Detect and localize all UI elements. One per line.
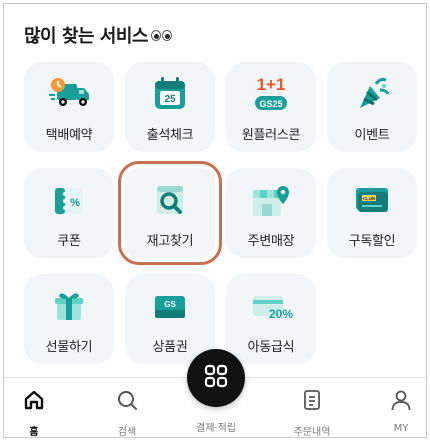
service-parcel-reservation[interactable]: 택배예약 [24, 62, 114, 152]
app-frame: 많이 찾는 서비스 택배예약 25 출석체크 1+1 GS25 원플러스콘 이벤… [3, 3, 427, 438]
service-label: 이벤트 [354, 128, 390, 143]
section-title: 많이 찾는 서비스 [24, 22, 172, 48]
gift-voucher-icon: GS [148, 284, 192, 328]
service-gift-voucher[interactable]: GS 상품권 [125, 274, 215, 364]
service-label: 선물하기 [45, 340, 93, 355]
service-label: 주변매장 [247, 234, 295, 249]
club-text: CLUB [363, 196, 376, 201]
coupon-icon: % [47, 178, 91, 222]
service-label: 아동급식 [247, 340, 295, 355]
section-title-text: 많이 찾는 서비스 [24, 26, 148, 47]
home-icon [22, 388, 46, 416]
calendar-25-icon: 25 [148, 72, 192, 116]
service-one-plus-con[interactable]: 1+1 GS25 원플러스콘 [226, 62, 316, 152]
eyes-emoji-icon [150, 29, 172, 41]
tab-search[interactable]: 검색 [92, 388, 162, 438]
twenty-percent-text: 20% [269, 307, 293, 321]
service-child-meal[interactable]: 20% 아동급식 [226, 274, 316, 364]
service-event[interactable]: 이벤트 [327, 62, 417, 152]
service-label: 구독할인 [348, 234, 396, 249]
nearby-store-icon [249, 178, 293, 222]
service-stock-search[interactable]: 재고찾기 [118, 161, 222, 265]
tab-label: 검색 [117, 427, 137, 438]
percent-text: % [70, 197, 80, 209]
pay-qr-button[interactable] [187, 349, 245, 407]
one-plus-one-gs25-icon: 1+1 GS25 [249, 72, 293, 116]
gs-text: GS [164, 300, 176, 309]
tab-my[interactable]: MY [366, 388, 426, 434]
user-icon [389, 388, 413, 416]
order-list-icon [300, 388, 324, 416]
tab-label: MY [393, 423, 409, 434]
tab-label: 주문내역 [293, 427, 331, 438]
tab-label: 홈 [29, 427, 39, 438]
delivery-truck-icon [47, 72, 91, 116]
stock-search-icon [148, 178, 192, 222]
subscription-card-icon: CLUB [350, 178, 394, 222]
calendar-number: 25 [164, 94, 176, 105]
service-nearby-store[interactable]: 주변매장 [226, 168, 316, 258]
service-label: 재고찾기 [146, 234, 194, 249]
party-popper-icon [350, 72, 394, 116]
pay-qr-icon [203, 363, 229, 393]
search-icon [115, 388, 139, 416]
gift-box-icon [47, 284, 91, 328]
service-label: 상품권 [152, 340, 188, 355]
tab-orders[interactable]: 주문내역 [277, 388, 347, 438]
service-label: 원플러스콘 [241, 128, 301, 143]
tab-label: 결제·적립 [196, 423, 236, 434]
service-attendance-check[interactable]: 25 출석체크 [125, 62, 215, 152]
tab-home[interactable]: 홈 [4, 388, 69, 438]
service-label: 출석체크 [146, 128, 194, 143]
service-coupon[interactable]: % 쿠폰 [24, 168, 114, 258]
service-label: 쿠폰 [57, 234, 81, 249]
gs25-badge-text: GS25 [259, 99, 282, 109]
service-subscription-discount[interactable]: CLUB 구독할인 [327, 168, 417, 258]
child-meal-card-icon: 20% [249, 284, 293, 328]
service-gift[interactable]: 선물하기 [24, 274, 114, 364]
service-label: 택배예약 [45, 128, 93, 143]
one-plus-one-text: 1+1 [257, 75, 286, 94]
